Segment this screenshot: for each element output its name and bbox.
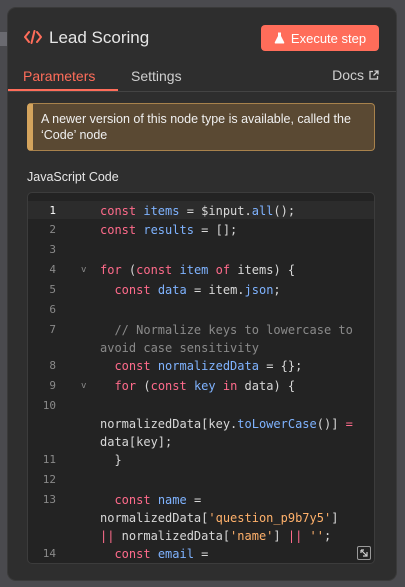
fold-chevron-icon[interactable]: v bbox=[81, 265, 86, 275]
code-line[interactable]: 14 const email = bbox=[28, 545, 374, 563]
docs-link[interactable]: Docs bbox=[332, 67, 379, 83]
execute-step-label: Execute step bbox=[290, 30, 367, 46]
line-number: 6 bbox=[49, 303, 56, 316]
resize-handle-icon[interactable] bbox=[357, 546, 371, 560]
code-line[interactable]: 13 const name = normalizedData['question… bbox=[28, 491, 374, 545]
code-icon bbox=[24, 30, 42, 44]
external-link-icon bbox=[369, 70, 379, 80]
code-line[interactable]: 2 const results = []; bbox=[28, 221, 374, 239]
notice-line-2: ‘Code’ node bbox=[41, 128, 108, 142]
code-field-label: JavaScript Code bbox=[27, 170, 119, 184]
node-details-panel: Lead Scoring Execute step Parameters Set… bbox=[8, 8, 396, 580]
line-number: 4 bbox=[49, 263, 56, 276]
line-number: 7 bbox=[49, 323, 56, 336]
line-number: 8 bbox=[49, 359, 56, 372]
line-number: 10 bbox=[42, 399, 56, 412]
tab-settings[interactable]: Settings bbox=[131, 67, 182, 85]
line-number: 12 bbox=[42, 473, 56, 486]
code-line[interactable]: 4 v for (const item of items) { bbox=[28, 261, 374, 279]
line-number: 5 bbox=[49, 283, 56, 296]
code-line[interactable]: 6 bbox=[28, 301, 374, 319]
line-number: 3 bbox=[49, 243, 56, 256]
code-line[interactable]: 12 bbox=[28, 471, 374, 489]
docs-label: Docs bbox=[332, 67, 364, 83]
panel-tabs: Parameters Settings Docs bbox=[8, 64, 396, 92]
line-number: 14 bbox=[42, 547, 56, 560]
code-line[interactable]: 1 const items = $input.all(); bbox=[28, 201, 374, 219]
code-line[interactable]: 3 bbox=[28, 241, 374, 259]
deprecation-notice: A newer version of this node type is ava… bbox=[27, 103, 375, 151]
code-editor[interactable]: 1 const items = $input.all(); 2 const re… bbox=[27, 192, 375, 564]
code-line[interactable]: 9 v for (const key in data) { bbox=[28, 377, 374, 395]
code-line[interactable]: 10 normalizedData[key.toLowerCase()] = d… bbox=[28, 397, 374, 451]
code-line[interactable]: 5 const data = item.json; bbox=[28, 281, 374, 299]
active-tab-indicator bbox=[8, 89, 118, 91]
line-number: 1 bbox=[49, 204, 56, 217]
notice-line-1: A newer version of this node type is ava… bbox=[41, 112, 351, 126]
line-number: 2 bbox=[49, 223, 56, 236]
panel-header: Lead Scoring Execute step bbox=[8, 8, 396, 64]
fold-chevron-icon[interactable]: v bbox=[81, 381, 86, 391]
flask-icon bbox=[274, 32, 285, 44]
tab-parameters[interactable]: Parameters bbox=[23, 67, 95, 85]
code-line[interactable]: 8 const normalizedData = {}; bbox=[28, 357, 374, 375]
code-line[interactable]: 11 } bbox=[28, 451, 374, 469]
line-number: 11 bbox=[42, 453, 56, 466]
line-number: 9 bbox=[49, 379, 56, 392]
line-number: 13 bbox=[42, 493, 56, 506]
node-title[interactable]: Lead Scoring bbox=[49, 28, 149, 48]
code-line[interactable]: 7 // Normalize keys to lowercase to avoi… bbox=[28, 321, 374, 357]
canvas-background bbox=[0, 32, 8, 46]
execute-step-button[interactable]: Execute step bbox=[261, 25, 379, 51]
